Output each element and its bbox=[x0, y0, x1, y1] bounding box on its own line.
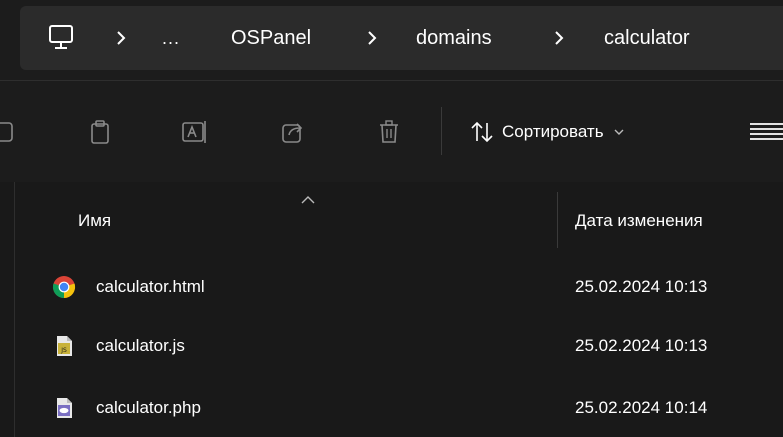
file-explorer-window: ... OSPanel domains calculator Сортирова… bbox=[0, 0, 783, 437]
column-header-name[interactable]: Имя bbox=[78, 196, 111, 246]
breadcrumb-overflow[interactable]: ... bbox=[162, 6, 180, 70]
sort-icon bbox=[470, 121, 494, 143]
file-date-modified: 25.02.2024 10:13 bbox=[575, 277, 708, 296]
sort-ascending-icon bbox=[300, 192, 316, 204]
file-row[interactable]: JS calculator.js 25.02.2024 10:13 bbox=[40, 321, 783, 371]
js-file-icon: JS bbox=[52, 334, 76, 358]
file-date-modified: 25.02.2024 10:14 bbox=[575, 398, 708, 417]
file-name: calculator.php bbox=[96, 398, 201, 417]
sort-button-label: Сортировать bbox=[502, 122, 604, 141]
chevron-right-icon bbox=[367, 6, 377, 70]
rename-icon[interactable] bbox=[178, 115, 212, 149]
chevron-right-icon bbox=[116, 6, 126, 70]
command-bar: Сортировать bbox=[0, 81, 783, 182]
address-strip: ... OSPanel domains calculator bbox=[0, 0, 783, 80]
this-pc-icon[interactable] bbox=[48, 24, 74, 52]
toolbar-separator bbox=[441, 107, 442, 155]
pane-edge bbox=[14, 182, 15, 437]
svg-text:JS: JS bbox=[60, 347, 67, 354]
copy-icon[interactable] bbox=[84, 115, 118, 149]
breadcrumb-item-calculator[interactable]: calculator bbox=[604, 6, 690, 70]
column-divider[interactable] bbox=[557, 192, 558, 248]
view-icon[interactable] bbox=[750, 119, 783, 145]
column-header-date-modified[interactable]: Дата изменения bbox=[575, 196, 703, 246]
delete-icon[interactable] bbox=[372, 115, 406, 149]
file-date-modified: 25.02.2024 10:13 bbox=[575, 336, 708, 355]
breadcrumb-item-ospanel[interactable]: OSPanel bbox=[231, 6, 311, 70]
cut-icon[interactable] bbox=[0, 115, 22, 149]
file-row[interactable]: calculator.php 25.02.2024 10:14 bbox=[40, 383, 783, 433]
chevron-right-icon bbox=[554, 6, 564, 70]
sort-button[interactable]: Сортировать bbox=[470, 111, 624, 153]
php-file-icon bbox=[52, 396, 76, 420]
chrome-icon bbox=[52, 275, 76, 299]
share-icon[interactable] bbox=[276, 115, 310, 149]
breadcrumb-item-domains[interactable]: domains bbox=[416, 6, 492, 70]
file-name: calculator.js bbox=[96, 336, 185, 355]
file-row[interactable]: calculator.html 25.02.2024 10:13 bbox=[40, 262, 783, 312]
address-bar[interactable]: ... OSPanel domains calculator bbox=[20, 6, 783, 70]
chevron-down-icon bbox=[614, 128, 624, 136]
file-name: calculator.html bbox=[96, 277, 205, 296]
